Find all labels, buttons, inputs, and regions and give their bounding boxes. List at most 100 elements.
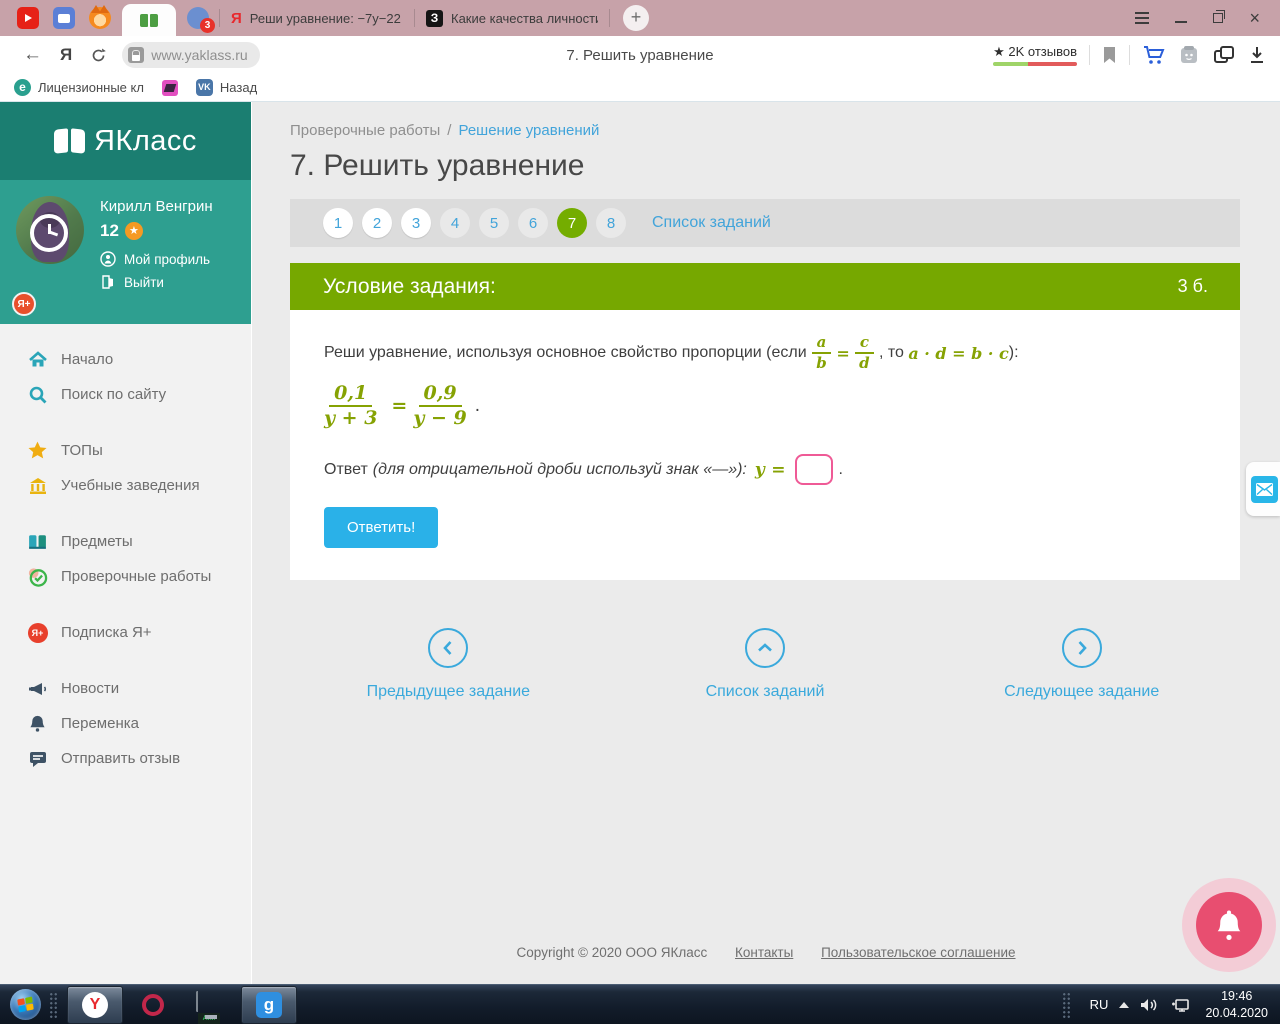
downloads-icon[interactable] bbox=[1248, 45, 1266, 65]
bell-icon bbox=[1217, 910, 1241, 940]
copyright: Copyright © 2020 ООО ЯКласс bbox=[516, 945, 708, 960]
volume-icon[interactable] bbox=[1140, 997, 1159, 1013]
feedback-chat-icon bbox=[29, 751, 46, 767]
yandex-home-icon[interactable]: Я bbox=[60, 45, 72, 65]
minimize-icon[interactable] bbox=[1175, 21, 1188, 23]
equation: 0,1 y + 3 = 0,9 y − 9 . bbox=[324, 381, 481, 430]
sidebar-item-tests[interactable]: Проверочные работы bbox=[0, 559, 251, 594]
lock-icon bbox=[128, 47, 145, 63]
avatar[interactable] bbox=[16, 196, 84, 264]
yaklass-active-tab[interactable] bbox=[122, 4, 176, 36]
equation-fraction-1: 0,1 y + 3 bbox=[324, 381, 378, 430]
cart-icon[interactable] bbox=[1142, 44, 1166, 66]
tab-znanija[interactable]: З Какие качества личности bbox=[418, 9, 606, 27]
sidebar-item-break[interactable]: Переменка bbox=[0, 706, 251, 741]
browser-menu-icon[interactable] bbox=[1135, 12, 1150, 24]
contacts-link[interactable]: Контакты bbox=[735, 945, 793, 960]
institution-icon bbox=[29, 477, 46, 494]
my-profile-link[interactable]: Мой профиль bbox=[100, 251, 213, 267]
clock-overlay-icon bbox=[30, 214, 68, 252]
taskbar-opera-gx[interactable] bbox=[125, 986, 181, 1024]
previous-task-button[interactable]: Предыдущее задание bbox=[290, 628, 607, 701]
windows-taskbar: Y AIM g RU 19:46 20.04.2020 bbox=[0, 984, 1280, 1024]
clock-date: 20.04.2020 bbox=[1205, 1005, 1268, 1020]
sidebar-item-home[interactable]: Начало bbox=[0, 342, 251, 377]
bookmark-back[interactable]: VK Назад bbox=[195, 79, 257, 96]
task-1[interactable]: 1 bbox=[323, 208, 353, 238]
sidebar-item-search[interactable]: Поиск по сайту bbox=[0, 377, 251, 412]
task-2[interactable]: 2 bbox=[362, 208, 392, 238]
agreement-link[interactable]: Пользовательское соглашение bbox=[821, 945, 1015, 960]
next-task-button[interactable]: Следующее задание bbox=[923, 628, 1240, 701]
task-list-button[interactable]: Список заданий bbox=[607, 628, 924, 701]
language-indicator[interactable]: RU bbox=[1090, 997, 1109, 1012]
task-list-link[interactable]: Список заданий bbox=[652, 214, 771, 232]
window-controls: × bbox=[1135, 9, 1280, 27]
logout-icon bbox=[102, 275, 113, 289]
home-icon bbox=[28, 350, 47, 366]
taskbar-system-monitor[interactable]: AIM bbox=[183, 986, 239, 1024]
bottom-navigation: Предыдущее задание Список заданий Следую… bbox=[290, 628, 1240, 701]
tests-check-icon bbox=[28, 567, 48, 587]
logout-link[interactable]: Выйти bbox=[100, 274, 213, 290]
network-icon[interactable] bbox=[1170, 997, 1190, 1013]
answer-row: Ответ (для отрицательной дроби используй… bbox=[324, 454, 1206, 486]
profile-icon bbox=[100, 251, 116, 267]
task-5[interactable]: 5 bbox=[479, 208, 509, 238]
youtube-pinned-tab[interactable] bbox=[17, 7, 39, 29]
messenger-pinned-tab[interactable] bbox=[53, 7, 75, 29]
bookmark-pink[interactable] bbox=[161, 79, 178, 96]
answer-input[interactable] bbox=[795, 454, 834, 486]
url-field[interactable]: www.yaklass.ru bbox=[122, 42, 260, 68]
gmod-icon: g bbox=[256, 991, 282, 1018]
yaklass-logo[interactable]: ЯКласс bbox=[0, 102, 251, 180]
start-button[interactable] bbox=[10, 989, 41, 1020]
monitor-icon: AIM bbox=[196, 990, 226, 1024]
task-4[interactable]: 4 bbox=[440, 208, 470, 238]
task-6[interactable]: 6 bbox=[518, 208, 548, 238]
answer-hint: (для отрицательной дроби используй знак … bbox=[372, 460, 747, 478]
notifications-pinned-tab[interactable]: 3 bbox=[187, 7, 215, 33]
taskbar-clock[interactable]: 19:46 20.04.2020 bbox=[1205, 988, 1268, 1022]
back-icon[interactable]: ← bbox=[23, 44, 42, 66]
breadcrumb: Проверочные работы / Решение уравнений bbox=[290, 122, 600, 139]
sidebar-item-subjects[interactable]: Предметы bbox=[0, 524, 251, 559]
task-card: Реши уравнение, используя основное свойс… bbox=[290, 310, 1240, 580]
tabs-sync-icon[interactable] bbox=[1212, 44, 1236, 66]
submit-button[interactable]: Ответить! bbox=[324, 507, 439, 549]
points-badge: 3 б. bbox=[1177, 276, 1208, 296]
feedback-tab[interactable] bbox=[1246, 462, 1280, 516]
restore-icon[interactable] bbox=[1213, 10, 1226, 23]
ya-plus-badge: Я+ bbox=[12, 292, 36, 316]
fox-pinned-tab[interactable] bbox=[89, 5, 111, 29]
task-7-active[interactable]: 7 bbox=[557, 208, 587, 238]
breadcrumb-current-link[interactable]: Решение уравнений bbox=[458, 122, 599, 139]
task-3[interactable]: 3 bbox=[401, 208, 431, 238]
services-icon[interactable] bbox=[1178, 44, 1200, 66]
user-level: 12 bbox=[100, 221, 119, 240]
tab-equation[interactable]: Я Реши уравнение: −7у−22 bbox=[223, 10, 411, 27]
sidebar-item-institutions[interactable]: Учебные заведения bbox=[0, 468, 251, 503]
reviews-label: 2K отзывов bbox=[1008, 43, 1077, 59]
refresh-icon[interactable] bbox=[90, 47, 107, 64]
taskbar-yandex-browser[interactable]: Y bbox=[67, 985, 123, 1024]
proportion-fraction-1: ab bbox=[811, 333, 832, 373]
taskbar-gmod[interactable]: g bbox=[241, 985, 297, 1024]
tray-expand-icon[interactable] bbox=[1119, 1001, 1130, 1008]
sidebar-item-news[interactable]: Новости bbox=[0, 671, 251, 706]
notification-bell-button[interactable] bbox=[1196, 892, 1262, 958]
close-icon[interactable]: × bbox=[1249, 9, 1260, 27]
bookmark-flag-icon[interactable] bbox=[1102, 46, 1117, 64]
condition-header: Условие задания: 3 б. bbox=[290, 263, 1240, 310]
sidebar-item-tops[interactable]: ТОПы bbox=[0, 433, 251, 468]
sidebar-item-feedback[interactable]: Отправить отзыв bbox=[0, 741, 251, 776]
bookmark-licensed[interactable]: e Лицензионные кл bbox=[14, 79, 144, 96]
sidebar-item-subscription[interactable]: Я+ Подписка Я+ bbox=[0, 615, 251, 650]
znanija-icon: З bbox=[426, 9, 443, 27]
ya-plus-icon: Я+ bbox=[27, 622, 48, 643]
site-reviews[interactable]: ★ 2K отзывов bbox=[993, 45, 1077, 66]
new-tab-button[interactable]: + bbox=[623, 5, 649, 31]
tab-title: Какие качества личности bbox=[451, 10, 598, 26]
task-8[interactable]: 8 bbox=[596, 208, 626, 238]
opera-gx-icon bbox=[142, 993, 164, 1016]
